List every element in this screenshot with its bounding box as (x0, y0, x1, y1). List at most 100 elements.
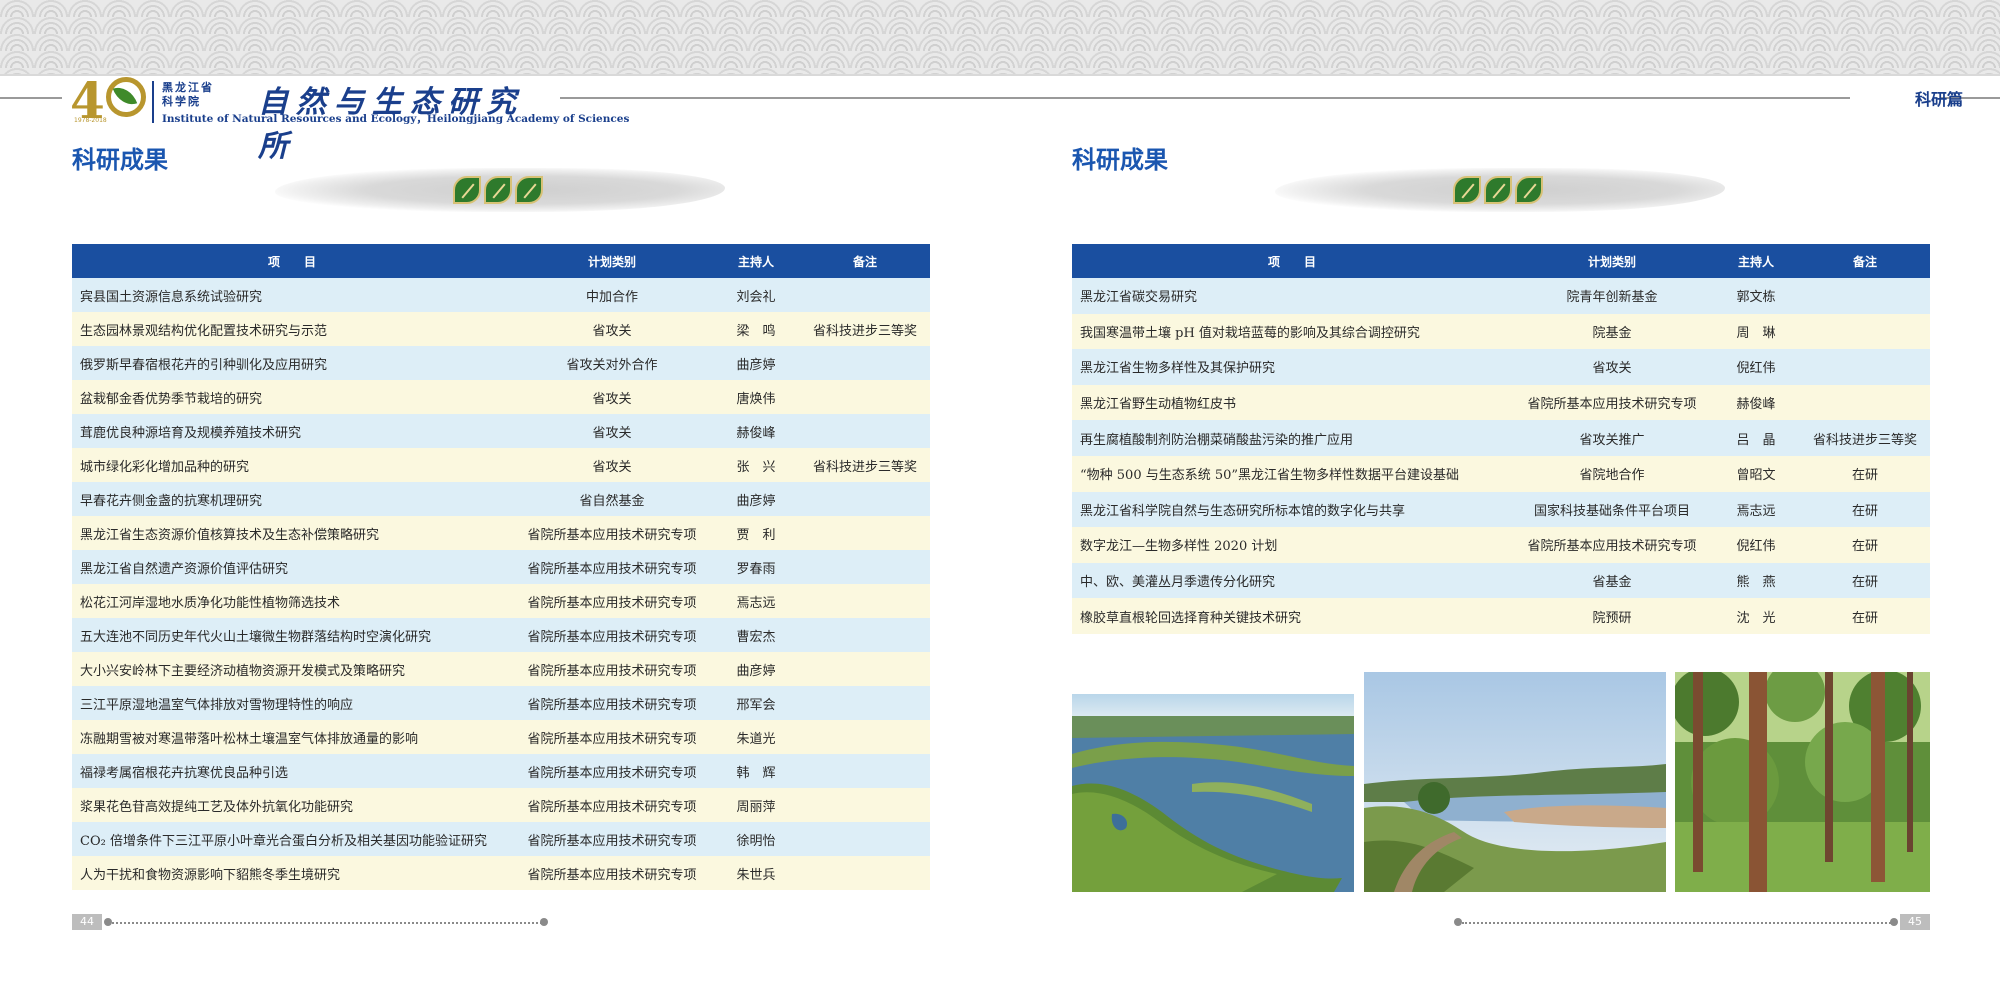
table-row: 浆果花色苷高效提纯工艺及体外抗氧化功能研究 省院所基本应用技术研究专项 周丽萍 (72, 788, 930, 822)
cell-leader: 赫俊峰 (1712, 384, 1800, 421)
table-row: “物种 500 与生态系统 50”黑龙江省生物多样性数据平台建设基础 省院地合作曾… (1072, 455, 1930, 492)
cell-category: 省院所基本应用技术研究专项 (1512, 384, 1712, 421)
cell-category: 省攻关 (512, 380, 712, 414)
logo-academy-name: 黑龙江省 科学院 (162, 81, 214, 108)
cell-leader: 曲彦婷 (712, 482, 800, 516)
cell-leader: 梁 鸣 (712, 312, 800, 346)
table-row: 橡胶草直根轮回选择育种关键技术研究 院预研沈 光在研 (1072, 598, 1930, 634)
photo-river-island-aerial (1072, 694, 1354, 892)
table-row: 早春花卉侧金盏的抗寒机理研究 省自然基金 曲彦婷 (72, 482, 930, 516)
cell-project: 黑龙江省科学院自然与生态研究所标本馆的数字化与共享 (1072, 491, 1512, 528)
cell-note: 省科技进步三等奖 (800, 312, 930, 346)
cell-leader: 曲彦婷 (712, 346, 800, 380)
cell-leader: 罗春雨 (712, 550, 800, 584)
cell-category: 院基金 (1512, 313, 1712, 350)
cell-category: 国家科技基础条件平台项目 (1512, 491, 1712, 528)
table-row: 黑龙江省碳交易研究 院青年创新基金 郭文栋 (1072, 278, 1930, 314)
cell-note: 在研 (1800, 598, 1930, 634)
table-row: 大小兴安岭林下主要经济动植物资源开发模式及策略研究 省院所基本应用技术研究专项 曲彦… (72, 652, 930, 686)
cell-project: 福禄考属宿根花卉抗寒优良品种引选 (72, 754, 512, 788)
cell-note (1800, 349, 1930, 385)
cell-note (800, 346, 930, 380)
cell-leader: 焉志远 (712, 584, 800, 618)
cell-leader: 周丽萍 (712, 788, 800, 822)
photo-pine-forest (1675, 672, 1930, 892)
cell-project: 大小兴安岭林下主要经济动植物资源开发模式及策略研究 (72, 652, 512, 686)
footer-dot (540, 918, 548, 926)
footer-dot (1890, 918, 1898, 926)
wave-pattern-banner (0, 0, 2000, 76)
leaf-badge-icon (1453, 176, 1481, 204)
page-number-left: 44 (72, 914, 102, 930)
cell-note: 省科技进步三等奖 (1800, 420, 1930, 456)
cell-note (800, 550, 930, 584)
column-header-category: 计划类别 (1512, 244, 1712, 278)
river-island-illustration (1072, 694, 1354, 892)
cell-project: 茸鹿优良种源培育及规模养殖技术研究 (72, 414, 512, 448)
table-row: CO₂ 倍增条件下三江平原小叶章光合蛋白分析及相关基因功能验证研究 省院所基本应用… (72, 822, 930, 856)
table-row: 宾县国土资源信息系统试验研究 中加合作 刘会礼 (72, 278, 930, 312)
cell-leader: 倪红伟 (1712, 527, 1800, 563)
column-header-leader: 主持人 (712, 244, 800, 278)
footer-dotted-rule-left (112, 922, 542, 924)
cell-leader: 韩 辉 (712, 754, 800, 788)
cell-project: 俄罗斯早春宿根花卉的引种驯化及应用研究 (72, 346, 512, 380)
cell-project: 松花江河岸湿地水质净化功能性植物筛选技术 (72, 584, 512, 618)
cell-project: 黑龙江省碳交易研究 (1072, 278, 1512, 314)
cell-leader: 徐明怡 (712, 822, 800, 856)
cell-category: 省院所基本应用技术研究专项 (512, 822, 712, 856)
cell-category: 省院所基本应用技术研究专项 (512, 652, 712, 686)
column-header-category: 计划类别 (512, 244, 712, 278)
cell-project: 黑龙江省生态资源价值核算技术及生态补偿策略研究 (72, 516, 512, 550)
footer-dot (104, 918, 112, 926)
cell-project: 早春花卉侧金盏的抗寒机理研究 (72, 482, 512, 516)
cell-note: 省科技进步三等奖 (800, 448, 930, 482)
cell-project: 三江平原湿地温室气体排放对雪物理特性的响应 (72, 686, 512, 720)
cell-project: 生态园林景观结构优化配置技术研究与示范 (72, 312, 512, 346)
cell-leader: 贾 利 (712, 516, 800, 550)
cell-category: 省攻关 (512, 414, 712, 448)
cell-note: 在研 (1800, 491, 1930, 528)
cell-project: 中、欧、美灌丛月季遗传分化研究 (1072, 562, 1512, 599)
cell-category: 省攻关 (512, 312, 712, 346)
table-header-row: 项 目 计划类别 主持人 备注 (72, 244, 930, 278)
cell-note: 在研 (1800, 527, 1930, 563)
cell-project: 黑龙江省野生动植物红皮书 (1072, 384, 1512, 421)
table-row: 黑龙江省生态资源价值核算技术及生态补偿策略研究 省院所基本应用技术研究专项贾 利 (72, 516, 930, 550)
table-row: 黑龙江省自然遗产资源价值评估研究 省院所基本应用技术研究专项 罗春雨 (72, 550, 930, 584)
cell-note (800, 856, 930, 890)
cell-note (800, 414, 930, 448)
column-header-project: 项 目 (72, 244, 512, 278)
table-row: 俄罗斯早春宿根花卉的引种驯化及应用研究 省攻关对外合作 曲彦婷 (72, 346, 930, 380)
cell-project: 城市绿化彩化增加品种的研究 (72, 448, 512, 482)
anniversary-40-emblem: 4 1978-2018 (70, 71, 150, 130)
cell-category: 院青年创新基金 (1512, 278, 1712, 314)
cell-leader: 唐焕伟 (712, 380, 800, 414)
left-research-table: 项 目 计划类别 主持人 备注 宾县国土资源信息系统试验研究 中加合作 刘会礼 生态园… (72, 244, 930, 890)
cell-category: 省院所基本应用技术研究专项 (512, 788, 712, 822)
cell-note (800, 652, 930, 686)
cell-leader: 吕 晶 (1712, 420, 1800, 456)
table-row: 黑龙江省野生动植物红皮书 省院所基本应用技术研究专项 赫俊峰 (1072, 384, 1930, 421)
cell-category: 省自然基金 (512, 482, 712, 516)
cell-note (800, 788, 930, 822)
cell-note (800, 754, 930, 788)
cell-note (800, 278, 930, 312)
right-page-title: 科研成果 (1072, 146, 1168, 174)
cell-category: 省攻关对外合作 (512, 346, 712, 380)
logo-divider (152, 81, 154, 123)
table-header-row: 项 目 计划类别 主持人 备注 (1072, 244, 1930, 278)
cell-note (800, 822, 930, 856)
column-header-note: 备注 (1800, 244, 1930, 278)
cell-category: 省院所基本应用技术研究专项 (512, 754, 712, 788)
table-row: 福禄考属宿根花卉抗寒优良品种引选 省院所基本应用技术研究专项韩 辉 (72, 754, 930, 788)
cell-leader: 熊 燕 (1712, 562, 1800, 599)
column-header-leader: 主持人 (1712, 244, 1800, 278)
table-row: 城市绿化彩化增加品种的研究 省攻关张 兴省科技进步三等奖 (72, 448, 930, 482)
cell-note (800, 720, 930, 754)
cell-note: 在研 (1800, 562, 1930, 599)
cell-leader: 邢军会 (712, 686, 800, 720)
leaf-badge-icon (1484, 176, 1512, 204)
cell-project: 浆果花色苷高效提纯工艺及体外抗氧化功能研究 (72, 788, 512, 822)
cell-project: 宾县国土资源信息系统试验研究 (72, 278, 512, 312)
